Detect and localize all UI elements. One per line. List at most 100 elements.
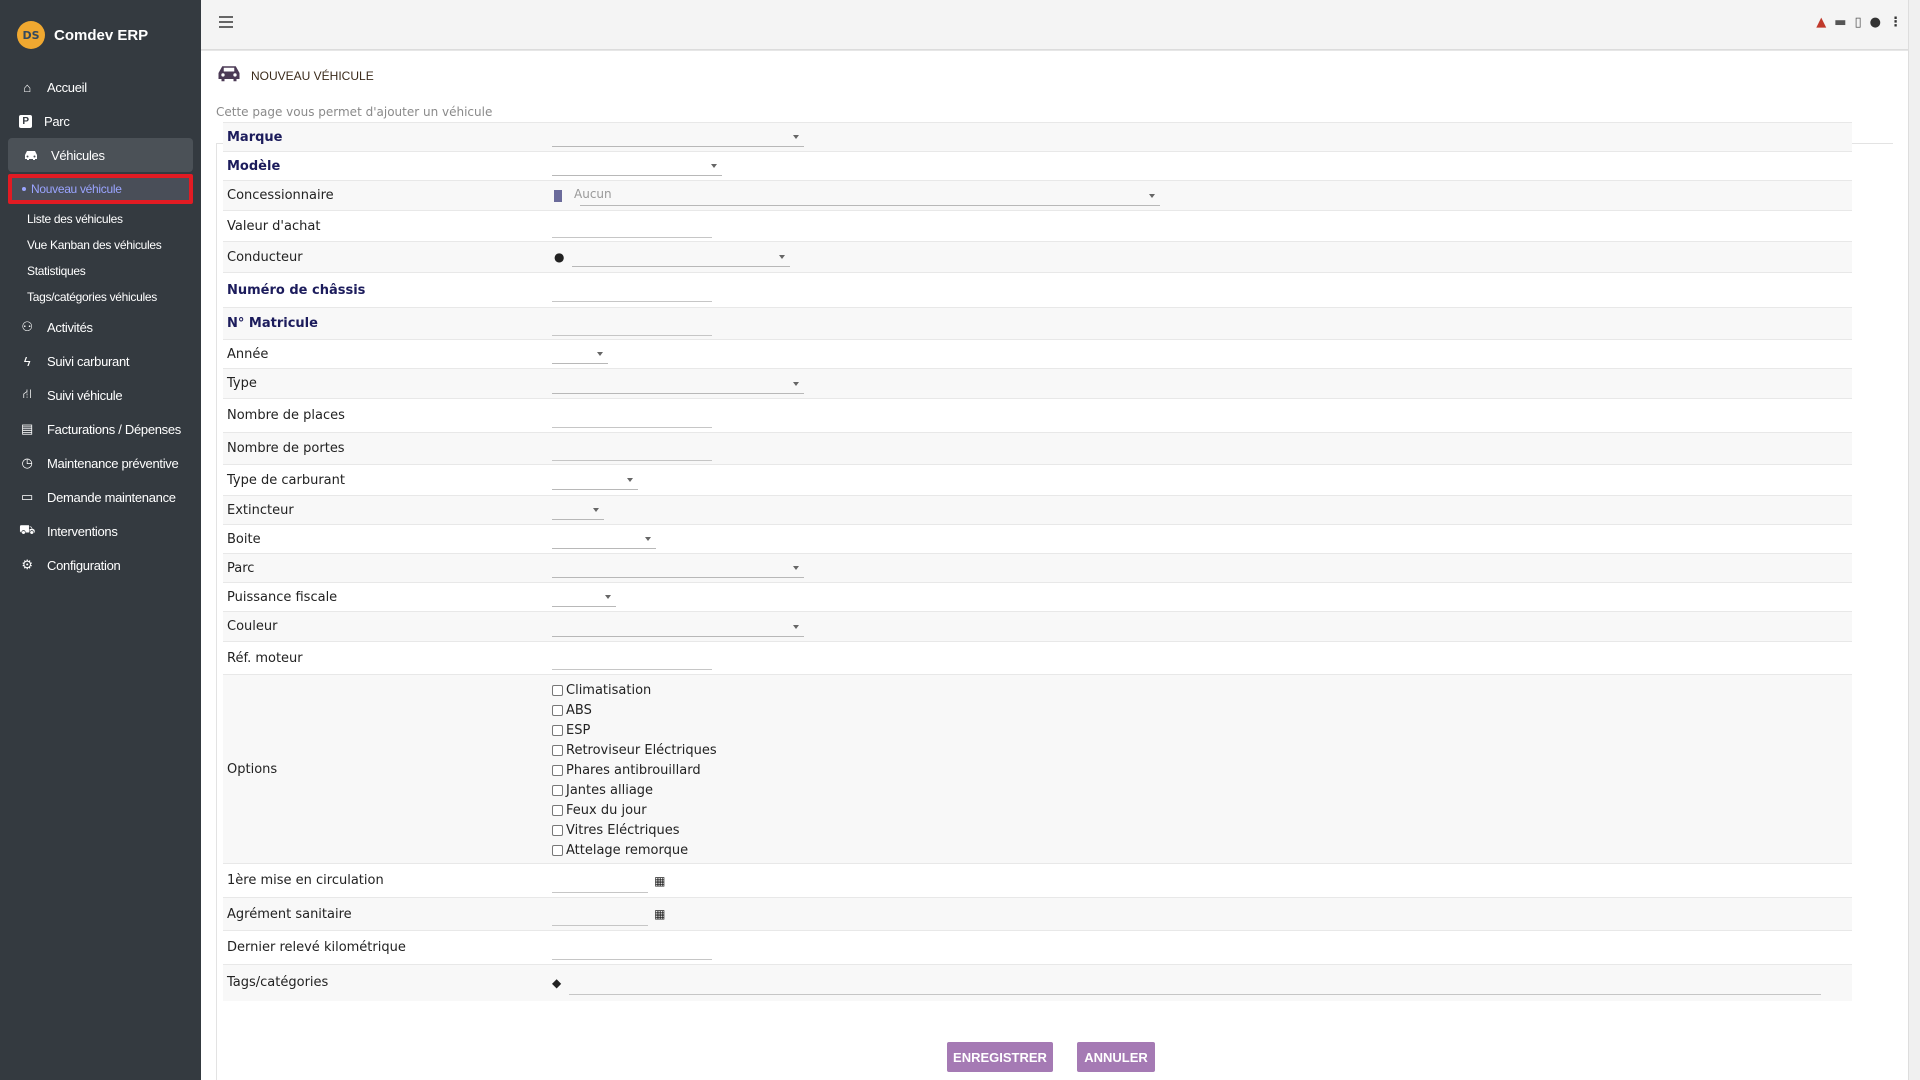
carburant-select[interactable]	[552, 470, 638, 490]
sidebar-item-label: Véhicules	[51, 147, 105, 163]
nombre-places-label: Nombre de places	[223, 398, 549, 433]
sidebar-subitem-nouveau-vehicule[interactable]: Nouveau véhicule	[8, 174, 193, 204]
option-esp[interactable]: ESP	[552, 720, 1852, 740]
sidebar-item-suivi-vehicule[interactable]: ⛙ Suivi véhicule	[0, 378, 201, 412]
sidebar-item-label: Demande maintenance	[47, 489, 176, 505]
agrement-label: Agrément sanitaire	[223, 897, 549, 931]
kilometrage-input[interactable]	[552, 936, 712, 960]
modele-label: Modèle	[223, 151, 549, 181]
option-feux[interactable]: Feux du jour	[552, 800, 1852, 820]
type-select[interactable]	[552, 374, 804, 394]
checkbox[interactable]	[552, 724, 563, 736]
keyboard-icon: ▭	[21, 489, 33, 504]
calendar-icon[interactable]: ▦	[654, 874, 665, 888]
conducteur-label: Conducteur	[223, 241, 549, 273]
checkbox[interactable]	[552, 704, 563, 716]
page-header: NOUVEAU VÉHICULE	[217, 64, 374, 87]
sidebar-item-label: Interventions	[47, 523, 118, 539]
option-abs[interactable]: ABS	[552, 700, 1852, 720]
checkbox[interactable]	[552, 824, 563, 836]
app-logo: DS	[17, 21, 45, 49]
page-subtitle: Cette page vous permet d'ajouter un véhi…	[216, 105, 493, 119]
main-content: NOUVEAU VÉHICULE Cette page vous permet …	[201, 51, 1908, 1080]
sidebar-item-maintenance-preventive[interactable]: ◷ Maintenance préventive	[0, 446, 201, 480]
clipboard-icon[interactable]: ▯	[1855, 15, 1862, 30]
cancel-button[interactable]: ANNULER	[1077, 1042, 1155, 1072]
marque-select[interactable]	[552, 127, 804, 147]
brand[interactable]: DS Comdev ERP	[0, 0, 201, 70]
tags-input[interactable]	[569, 971, 1822, 995]
checkbox[interactable]	[552, 684, 563, 696]
boite-label: Boite	[223, 524, 549, 554]
matricule-input[interactable]	[552, 312, 712, 336]
sidebar-item-demande-maintenance[interactable]: ▭ Demande maintenance	[0, 480, 201, 514]
sidebar-item-suivi-carburant[interactable]: ϟ Suivi carburant	[0, 344, 201, 378]
more-vertical-icon[interactable]: ⋮	[1889, 15, 1902, 30]
checkbox[interactable]	[552, 744, 563, 756]
chassis-input[interactable]	[552, 278, 712, 302]
page-scrollbar[interactable]	[1908, 0, 1920, 1080]
couleur-label: Couleur	[223, 611, 549, 642]
menu-toggle-icon[interactable]	[219, 16, 233, 28]
vehicle-form: Marque Modèle Concessionnaire Aucun Vale…	[223, 122, 1852, 1001]
matricule-label: N° Matricule	[223, 307, 549, 340]
valeur-achat-input[interactable]	[552, 214, 712, 238]
chat-icon[interactable]: ▬	[1834, 15, 1846, 30]
option-climatisation[interactable]: Climatisation	[552, 680, 1852, 700]
concessionnaire-select[interactable]	[580, 186, 1161, 206]
type-label: Type	[223, 368, 549, 399]
couleur-select[interactable]	[552, 617, 804, 637]
sidebar-item-label: Parc	[44, 113, 70, 129]
sidebar-item-activites[interactable]: ⚇ Activités	[0, 310, 201, 344]
mise-circulation-label: 1ère mise en circulation	[223, 863, 549, 898]
mise-circulation-input[interactable]	[552, 869, 648, 893]
sidebar-item-facturations[interactable]: ▤ Facturations / Dépenses	[0, 412, 201, 446]
home-icon: ⌂	[23, 79, 31, 95]
checkbox[interactable]	[552, 764, 563, 776]
option-jantes[interactable]: Jantes alliage	[552, 780, 1852, 800]
nombre-portes-input[interactable]	[552, 437, 712, 461]
topbar: ▲ ▬ ▯ ● ⋮	[201, 0, 1908, 50]
calendar-icon[interactable]: ▦	[654, 907, 665, 921]
modele-select[interactable]	[552, 156, 722, 176]
sidebar-item-configuration[interactable]: ⚙ Configuration	[0, 548, 201, 582]
sidebar-subitem-tags[interactable]: Tags/catégories véhicules	[0, 284, 201, 310]
option-label: Vitres Eléctriques	[566, 822, 680, 838]
sidebar-subitem-label: Nouveau véhicule	[31, 182, 122, 196]
agrement-input[interactable]	[552, 902, 648, 926]
nombre-places-input[interactable]	[552, 404, 712, 428]
sidebar-subitem-liste-vehicules[interactable]: Liste des véhicules	[0, 206, 201, 232]
checkbox[interactable]	[552, 844, 563, 856]
option-label: ABS	[566, 702, 592, 718]
valeur-achat-label: Valeur d'achat	[223, 210, 549, 242]
save-button[interactable]: ENREGISTRER	[947, 1042, 1053, 1072]
parc-select[interactable]	[552, 558, 804, 578]
option-vitres[interactable]: Vitres Eléctriques	[552, 820, 1852, 840]
sidebar-item-parc[interactable]: P Parc	[0, 104, 201, 138]
sidebar-subitem-statistiques[interactable]: Statistiques	[0, 258, 201, 284]
notification-icon[interactable]: ▲	[1816, 15, 1826, 30]
puissance-select[interactable]	[552, 587, 616, 607]
option-retroviseur[interactable]: Retroviseur Eléctriques	[552, 740, 1852, 760]
option-label: Jantes alliage	[566, 782, 654, 798]
checkbox[interactable]	[552, 784, 563, 796]
ref-moteur-input[interactable]	[552, 646, 712, 670]
sidebar-item-interventions[interactable]: ⛟ Interventions	[0, 514, 201, 548]
sidebar-item-accueil[interactable]: ⌂ Accueil	[0, 70, 201, 104]
sidebar-item-label: Configuration	[47, 557, 121, 573]
sidebar-item-label: Accueil	[47, 79, 87, 95]
boite-select[interactable]	[552, 529, 656, 549]
option-label: Phares antibrouillard	[566, 762, 701, 778]
extincteur-select[interactable]	[552, 500, 604, 520]
conducteur-select[interactable]	[571, 247, 790, 267]
sidebar-item-vehicules[interactable]: Véhicules	[8, 138, 193, 172]
sidebar-subitem-kanban[interactable]: Vue Kanban des véhicules	[0, 232, 201, 258]
marque-label: Marque	[223, 122, 549, 152]
chassis-label: Numéro de châssis	[223, 272, 549, 308]
annee-select[interactable]	[552, 344, 608, 364]
option-phares[interactable]: Phares antibrouillard	[552, 760, 1852, 780]
ref-moteur-label: Réf. moteur	[223, 641, 549, 675]
user-avatar-icon[interactable]: ●	[1870, 15, 1881, 30]
option-attelage[interactable]: Attelage remorque	[552, 840, 1852, 860]
checkbox[interactable]	[552, 804, 563, 816]
